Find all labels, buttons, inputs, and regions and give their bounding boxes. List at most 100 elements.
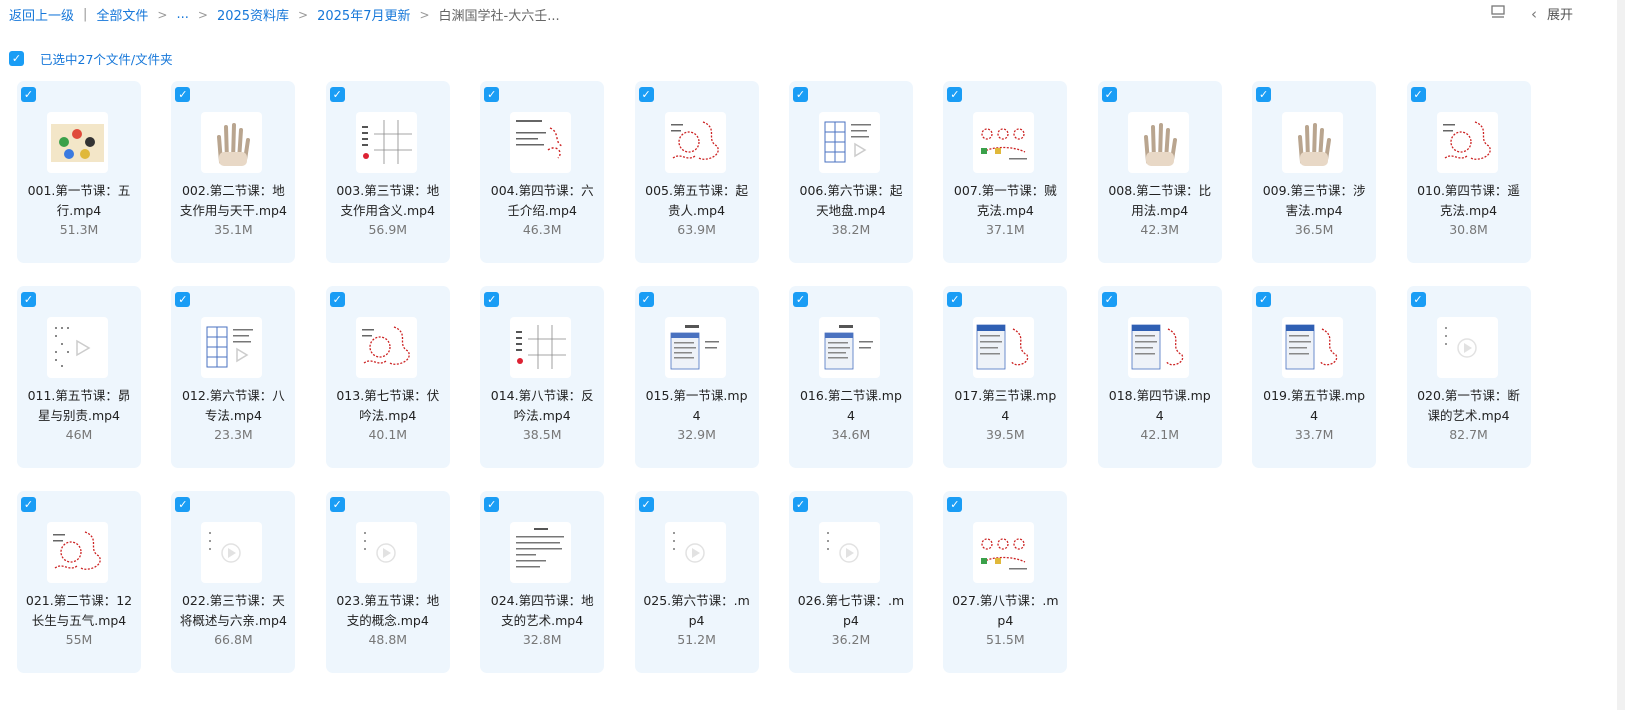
- file-name[interactable]: 007.第一节课：贼克法.mp4: [951, 181, 1059, 221]
- file-name[interactable]: 004.第四节课：六壬介绍.mp4: [488, 181, 596, 221]
- file-checkbox[interactable]: ✓: [792, 292, 808, 307]
- video-thumbnail[interactable]: [47, 112, 108, 173]
- file-name[interactable]: 018.第四节课.mp4: [1106, 386, 1214, 426]
- file-name[interactable]: 025.第六节课：.mp4: [643, 591, 751, 631]
- file-card[interactable]: ✓ 022.第三节课：天将概述与六亲.mp4 66.8M: [171, 491, 296, 673]
- file-checkbox[interactable]: ✓: [175, 497, 191, 512]
- file-name[interactable]: 022.第三节课：天将概述与六亲.mp4: [179, 591, 287, 631]
- view-toggle-icon[interactable]: [1491, 4, 1505, 23]
- file-card[interactable]: ✓ 027.第八节课：.mp4 51.5M: [943, 491, 1068, 673]
- file-card[interactable]: ✓ 012.第六节课：八专法.mp4 23.3M: [171, 286, 296, 468]
- video-thumbnail[interactable]: [47, 522, 108, 583]
- file-checkbox[interactable]: ✓: [1101, 87, 1117, 102]
- breadcrumb-ellipsis[interactable]: ...: [176, 7, 188, 22]
- video-thumbnail[interactable]: [355, 522, 417, 583]
- file-name[interactable]: 014.第八节课：反吟法.mp4: [488, 386, 596, 426]
- file-card[interactable]: ✓ 023.第五节课：地支的概念.mp4 48.8M: [325, 491, 450, 673]
- file-checkbox[interactable]: ✓: [329, 497, 345, 512]
- file-card[interactable]: ✓ 016.第二节课.mp4 34.6M: [788, 286, 913, 468]
- file-name[interactable]: 027.第八节课：.mp4: [951, 591, 1059, 631]
- file-card[interactable]: ✓ 018.第四节课.mp4 42.1M: [1097, 286, 1222, 468]
- file-name[interactable]: 017.第三节课.mp4: [951, 386, 1059, 426]
- file-card[interactable]: ✓ 007.第一节课：贼克法.mp4 37.1M: [943, 81, 1068, 263]
- video-thumbnail[interactable]: [664, 317, 726, 378]
- video-thumbnail[interactable]: [201, 317, 263, 378]
- video-thumbnail[interactable]: [664, 112, 726, 173]
- file-checkbox[interactable]: ✓: [21, 292, 36, 307]
- file-checkbox[interactable]: ✓: [1410, 292, 1426, 307]
- file-checkbox[interactable]: ✓: [21, 497, 36, 512]
- file-card[interactable]: ✓ 002.第二节课：地支作用与天干.mp4 35.1M: [171, 81, 296, 263]
- video-thumbnail[interactable]: [1282, 317, 1344, 378]
- file-card[interactable]: ✓ 008.第二节课：比用法.mp4 42.3M: [1097, 81, 1222, 263]
- video-thumbnail[interactable]: [818, 317, 880, 378]
- file-name[interactable]: 013.第七节课：伏吟法.mp4: [334, 386, 442, 426]
- video-thumbnail[interactable]: [973, 522, 1035, 583]
- file-card[interactable]: ✓ 024.第四节课：地支的艺术.mp4 32.8M: [480, 491, 605, 673]
- file-name[interactable]: 008.第二节课：比用法.mp4: [1106, 181, 1214, 221]
- file-checkbox[interactable]: ✓: [175, 87, 191, 102]
- file-checkbox[interactable]: ✓: [1101, 292, 1117, 307]
- file-checkbox[interactable]: ✓: [792, 87, 808, 102]
- file-checkbox[interactable]: ✓: [947, 87, 963, 102]
- file-checkbox[interactable]: ✓: [484, 497, 500, 512]
- file-name[interactable]: 021.第二节课：12长生与五气.mp4: [25, 591, 133, 631]
- file-name[interactable]: 001.第一节课：五行.mp4: [25, 181, 133, 221]
- file-card[interactable]: ✓ 026.第七节课：.mp4 36.2M: [788, 491, 913, 673]
- file-card[interactable]: ✓ 006.第六节课：起天地盘.mp4 38.2M: [788, 81, 913, 263]
- video-thumbnail[interactable]: [47, 317, 108, 378]
- file-card[interactable]: ✓ 011.第五节课：昴星与别责.mp4 46M: [17, 286, 141, 468]
- file-name[interactable]: 006.第六节课：起天地盘.mp4: [797, 181, 905, 221]
- video-thumbnail[interactable]: [818, 112, 880, 173]
- file-checkbox[interactable]: ✓: [947, 497, 963, 512]
- file-checkbox[interactable]: ✓: [175, 292, 191, 307]
- file-card[interactable]: ✓ 014.第八节课：反吟法.mp4 38.5M: [480, 286, 605, 468]
- video-thumbnail[interactable]: [201, 522, 263, 583]
- file-name[interactable]: 011.第五节课：昴星与别责.mp4: [25, 386, 133, 426]
- breadcrumb-update[interactable]: 2025年7月更新: [317, 5, 410, 24]
- video-thumbnail[interactable]: [973, 317, 1035, 378]
- file-card[interactable]: ✓ 009.第三节课：涉害法.mp4 36.5M: [1252, 81, 1377, 263]
- video-thumbnail[interactable]: [510, 317, 572, 378]
- expand-button[interactable]: 展开: [1547, 4, 1573, 23]
- video-thumbnail[interactable]: [1436, 112, 1498, 173]
- breadcrumb-library[interactable]: 2025资料库: [217, 5, 289, 24]
- video-thumbnail[interactable]: [201, 112, 263, 173]
- video-thumbnail[interactable]: [1127, 112, 1189, 173]
- file-checkbox[interactable]: ✓: [638, 497, 654, 512]
- video-thumbnail[interactable]: [973, 112, 1035, 173]
- scrollbar[interactable]: [1617, 0, 1625, 710]
- video-thumbnail[interactable]: [355, 317, 417, 378]
- file-card[interactable]: ✓ 010.第四节课：遥克法.mp4 30.8M: [1406, 81, 1531, 263]
- file-name[interactable]: 002.第二节课：地支作用与天干.mp4: [179, 181, 287, 221]
- select-all-checkbox[interactable]: ✓: [9, 51, 24, 66]
- file-card[interactable]: ✓ 019.第五节课.mp4 33.7M: [1252, 286, 1377, 468]
- video-thumbnail[interactable]: [664, 522, 726, 583]
- file-name[interactable]: 016.第二节课.mp4: [797, 386, 905, 426]
- file-checkbox[interactable]: ✓: [1256, 87, 1272, 102]
- file-name[interactable]: 023.第五节课：地支的概念.mp4: [334, 591, 442, 631]
- file-checkbox[interactable]: ✓: [484, 292, 500, 307]
- video-thumbnail[interactable]: [510, 112, 572, 173]
- file-checkbox[interactable]: ✓: [484, 87, 500, 102]
- file-card[interactable]: ✓ 020.第一节课：断课的艺术.mp4 82.7M: [1406, 286, 1531, 468]
- file-checkbox[interactable]: ✓: [1410, 87, 1426, 102]
- breadcrumb-all-files[interactable]: 全部文件: [96, 5, 148, 24]
- chevron-left-icon[interactable]: ‹: [1531, 5, 1537, 23]
- file-card[interactable]: ✓ 015.第一节课.mp4 32.9M: [634, 286, 759, 468]
- back-link[interactable]: 返回上一级: [9, 5, 74, 24]
- file-checkbox[interactable]: ✓: [329, 292, 345, 307]
- file-checkbox[interactable]: ✓: [947, 292, 963, 307]
- file-checkbox[interactable]: ✓: [638, 292, 654, 307]
- video-thumbnail[interactable]: [818, 522, 880, 583]
- video-thumbnail[interactable]: [1127, 317, 1189, 378]
- file-name[interactable]: 020.第一节课：断课的艺术.mp4: [1415, 386, 1523, 426]
- file-checkbox[interactable]: ✓: [792, 497, 808, 512]
- file-card[interactable]: ✓ 001.第一节课：五行.mp4 51.3M: [17, 81, 141, 263]
- file-name[interactable]: 026.第七节课：.mp4: [797, 591, 905, 631]
- file-card[interactable]: ✓ 013.第七节课：伏吟法.mp4 40.1M: [325, 286, 450, 468]
- file-checkbox[interactable]: ✓: [21, 87, 36, 102]
- file-card[interactable]: ✓ 021.第二节课：12长生与五气.mp4 55M: [17, 491, 141, 673]
- video-thumbnail[interactable]: [355, 112, 417, 173]
- file-card[interactable]: ✓ 025.第六节课：.mp4 51.2M: [634, 491, 759, 673]
